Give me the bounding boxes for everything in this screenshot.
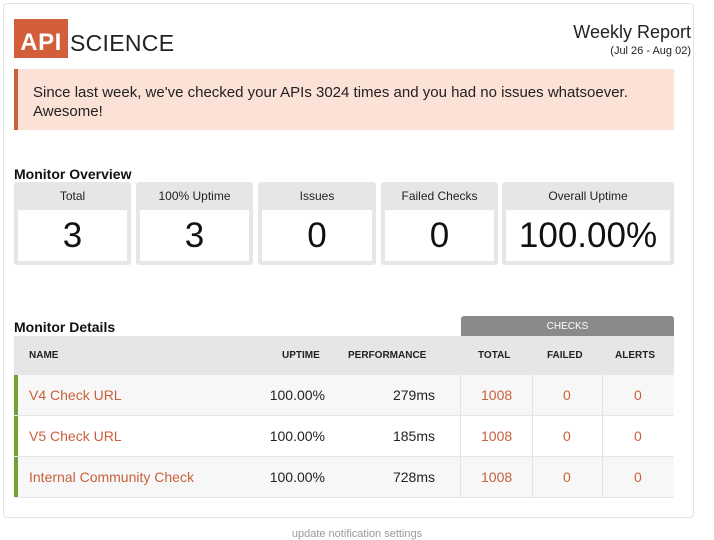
column-total: TOTAL bbox=[478, 350, 511, 361]
divider bbox=[602, 457, 603, 497]
stat-value: 3 bbox=[140, 210, 249, 261]
monitor-details-title: Monitor Details bbox=[14, 319, 116, 335]
stat-issues: Issues 0 bbox=[258, 182, 376, 265]
report-title: Weekly Report bbox=[573, 22, 691, 42]
status-bar bbox=[14, 375, 18, 415]
stat-label: Failed Checks bbox=[401, 189, 478, 203]
stat-overall-uptime: Overall Uptime 100.00% bbox=[502, 182, 674, 265]
notification-settings-link[interactable]: update notification settings bbox=[0, 528, 714, 540]
stat-value: 0 bbox=[385, 210, 494, 261]
total-checks-link[interactable]: 1008 bbox=[481, 457, 512, 497]
stat-value: 3 bbox=[18, 210, 127, 261]
api-science-logo: API SCIENCE bbox=[14, 19, 174, 58]
divider bbox=[532, 375, 533, 415]
stat-value: 100.00% bbox=[506, 210, 670, 261]
divider bbox=[460, 457, 461, 497]
logo-word: SCIENCE bbox=[70, 30, 175, 56]
alerts-link[interactable]: 0 bbox=[634, 375, 642, 415]
monitor-name-link[interactable]: Internal Community Check bbox=[29, 457, 194, 497]
status-bar bbox=[14, 457, 18, 497]
stat-label: Issues bbox=[299, 189, 335, 203]
performance-value: 185ms bbox=[392, 428, 435, 444]
stat-total: Total 3 bbox=[14, 182, 131, 265]
column-name: NAME bbox=[29, 350, 59, 361]
column-alerts: ALERTS bbox=[615, 350, 655, 361]
total-checks-link[interactable]: 1008 bbox=[481, 375, 512, 415]
table-header: NAME UPTIME PERFORMANCE TOTAL FAILED ALE… bbox=[14, 336, 674, 375]
monitor-overview-title: Monitor Overview bbox=[14, 166, 132, 182]
monitor-details-table: NAME UPTIME PERFORMANCE TOTAL FAILED ALE… bbox=[14, 336, 674, 498]
column-performance: PERFORMANCE bbox=[348, 350, 427, 361]
stat-label: Total bbox=[59, 189, 86, 203]
failed-checks-link[interactable]: 0 bbox=[563, 416, 571, 456]
table-row: V5 Check URL 100.00% 185ms 1008 0 0 bbox=[14, 416, 674, 457]
divider bbox=[460, 416, 461, 456]
monitor-name-link[interactable]: V5 Check URL bbox=[29, 416, 122, 456]
divider bbox=[460, 375, 461, 415]
uptime-value: 100.00% bbox=[269, 387, 325, 403]
alerts-link[interactable]: 0 bbox=[634, 416, 642, 456]
performance-value: 728ms bbox=[392, 469, 435, 485]
stat-value: 0 bbox=[262, 210, 372, 261]
logo-mark: API bbox=[14, 19, 68, 58]
divider bbox=[532, 457, 533, 497]
uptime-value: 100.00% bbox=[269, 469, 325, 485]
stat-full-uptime: 100% Uptime 3 bbox=[136, 182, 253, 265]
divider bbox=[602, 375, 603, 415]
stat-label: Overall Uptime bbox=[548, 189, 628, 203]
stat-failed-checks: Failed Checks 0 bbox=[381, 182, 498, 265]
stat-label: 100% Uptime bbox=[158, 189, 231, 203]
uptime-value: 100.00% bbox=[269, 428, 325, 444]
alerts-link[interactable]: 0 bbox=[634, 457, 642, 497]
column-uptime: UPTIME bbox=[282, 350, 320, 361]
table-row: V4 Check URL 100.00% 279ms 1008 0 0 bbox=[14, 375, 674, 416]
table-row: Internal Community Check 100.00% 728ms 1… bbox=[14, 457, 674, 498]
failed-checks-link[interactable]: 0 bbox=[563, 375, 571, 415]
checks-group-header: CHECKS bbox=[461, 316, 674, 336]
summary-alert: Since last week, we've checked your APIs… bbox=[14, 69, 674, 130]
failed-checks-link[interactable]: 0 bbox=[563, 457, 571, 497]
divider bbox=[602, 416, 603, 456]
monitor-name-link[interactable]: V4 Check URL bbox=[29, 375, 122, 415]
status-bar bbox=[14, 416, 18, 456]
performance-value: 279ms bbox=[392, 387, 435, 403]
total-checks-link[interactable]: 1008 bbox=[481, 416, 512, 456]
column-failed: FAILED bbox=[547, 350, 583, 361]
divider bbox=[532, 416, 533, 456]
overview-stats: Total 3 100% Uptime 3 Issues 0 Failed Ch… bbox=[14, 182, 674, 265]
report-date-range: (Jul 26 - Aug 02) bbox=[610, 45, 691, 57]
